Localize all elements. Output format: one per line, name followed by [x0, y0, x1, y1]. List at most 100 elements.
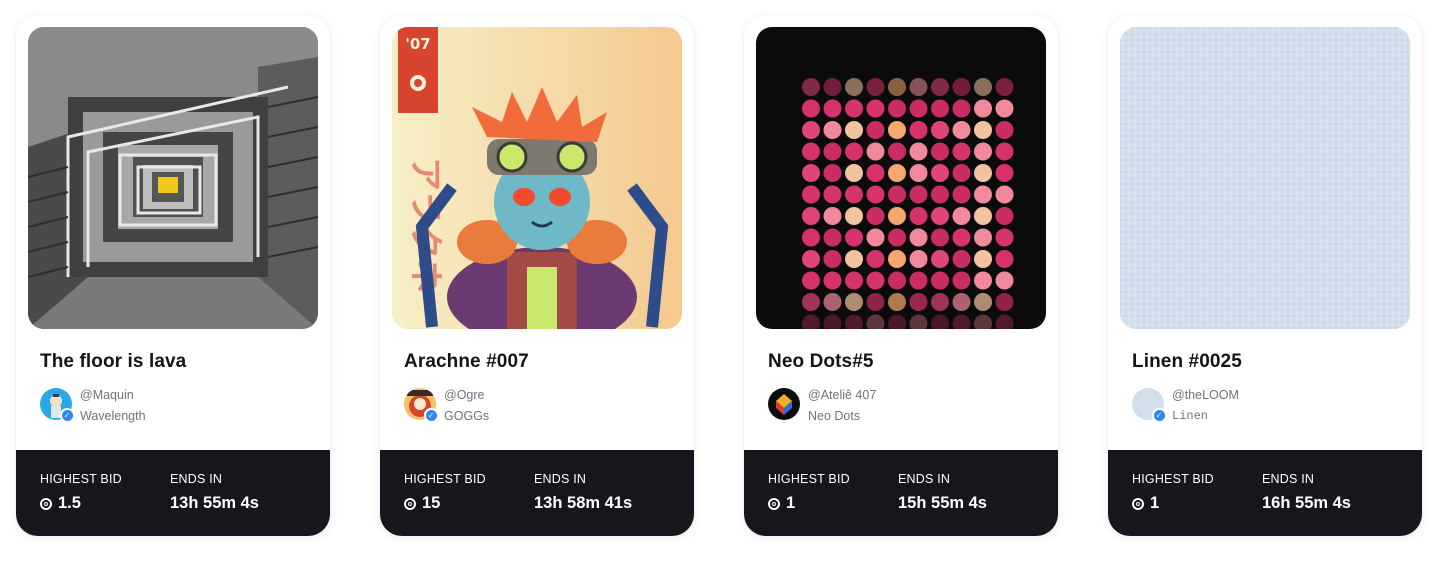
- highest-bid-amount: 1: [786, 494, 796, 512]
- arachne-badge-text: '07: [405, 35, 430, 53]
- neo-dot: [823, 207, 842, 225]
- neo-dot: [845, 250, 863, 268]
- neo-dot: [845, 228, 863, 247]
- neo-dot: [995, 207, 1014, 225]
- neo-dot: [909, 99, 928, 118]
- auction-card[interactable]: '07 アラクネ Arachne #007 ✓ @Ogre GOGGs HIGH…: [380, 15, 694, 536]
- creator-avatar[interactable]: [768, 388, 800, 420]
- neo-dot: [952, 142, 971, 161]
- neo-dot: [866, 121, 885, 139]
- neo-dot: [974, 121, 992, 139]
- neo-dot: [909, 185, 928, 204]
- neo-dot: [931, 99, 949, 118]
- nft-artwork-neo-dots[interactable]: [756, 27, 1046, 329]
- nft-artwork-linen[interactable]: [1120, 27, 1410, 329]
- neo-dot: [845, 78, 863, 96]
- highest-bid-amount: 15: [422, 494, 441, 512]
- neo-dot: [909, 228, 928, 247]
- ends-in-label: ENDS IN: [170, 472, 223, 486]
- neo-dot: [974, 185, 992, 204]
- verified-check-icon: ✓: [60, 408, 74, 422]
- neo-dot: [802, 142, 820, 161]
- auction-footer: HIGHEST BID ENDS IN 1.5 13h 55m 4s: [16, 450, 330, 536]
- collection-name[interactable]: Linen: [1172, 409, 1208, 423]
- highest-bid-value: 1.5: [40, 494, 81, 513]
- neo-dot: [823, 121, 842, 139]
- neo-dot: [931, 121, 949, 139]
- neo-dot: [952, 78, 971, 96]
- creator-handle[interactable]: @Maquin: [80, 388, 134, 402]
- collection-name[interactable]: GOGGs: [444, 409, 489, 423]
- neo-dot: [952, 228, 971, 247]
- nft-artwork-arachne[interactable]: '07 アラクネ: [392, 27, 682, 329]
- neo-dot: [888, 121, 906, 139]
- neo-dot: [931, 142, 949, 161]
- creator-handle[interactable]: @theLOOM: [1172, 388, 1239, 402]
- neo-dot: [931, 185, 949, 204]
- neo-dot: [974, 207, 992, 225]
- creator-avatar[interactable]: ✓: [40, 388, 74, 422]
- neo-dot: [974, 164, 992, 182]
- neo-dot: [845, 271, 863, 290]
- creator-handle[interactable]: @Ogre: [444, 388, 484, 402]
- nft-title[interactable]: The floor is lava: [40, 351, 186, 373]
- nft-title[interactable]: Linen #0025: [1132, 351, 1242, 373]
- neo-dots-image: [756, 27, 1046, 329]
- ends-in-label: ENDS IN: [898, 472, 951, 486]
- neo-dot: [995, 121, 1014, 139]
- neo-dot: [866, 142, 885, 161]
- neo-dot: [802, 293, 820, 311]
- neo-dot: [931, 207, 949, 225]
- eth-coin-icon: [1132, 497, 1144, 510]
- neo-dot: [823, 99, 842, 118]
- neo-dot: [802, 99, 820, 118]
- collection-name[interactable]: Wavelength: [80, 409, 146, 423]
- ends-in-countdown: 15h 55m 4s: [898, 494, 987, 512]
- neo-dot: [866, 164, 885, 182]
- auction-footer: HIGHEST BID ENDS IN 1 16h 55m 4s: [1108, 450, 1422, 536]
- ends-in-label: ENDS IN: [534, 472, 587, 486]
- staircase-image: [28, 27, 318, 329]
- neo-dot: [888, 185, 906, 204]
- neo-dot: [995, 228, 1014, 247]
- auction-card[interactable]: The floor is lava ✓ @Maquin Wavelength H…: [16, 15, 330, 536]
- neo-dot: [909, 271, 928, 290]
- verified-check-icon: ✓: [424, 408, 438, 422]
- neo-dot: [802, 250, 820, 268]
- neo-dot: [974, 142, 992, 161]
- neo-dot: [888, 207, 906, 225]
- highest-bid-value: 15: [404, 494, 440, 513]
- auction-card[interactable]: Linen #0025 ✓ @theLOOM Linen HIGHEST BID…: [1108, 15, 1422, 536]
- nft-artwork-staircase[interactable]: [28, 27, 318, 329]
- neo-dot: [952, 207, 971, 225]
- neo-dot: [995, 142, 1014, 161]
- neo-dot: [866, 293, 885, 311]
- neo-dot: [952, 293, 971, 311]
- neo-dot: [845, 293, 863, 311]
- neo-dot: [802, 164, 820, 182]
- auction-card[interactable]: Neo Dots#5 @Ateliê 407 Neo Dots HIGHEST …: [744, 15, 1058, 536]
- collection-name[interactable]: Neo Dots: [808, 409, 860, 423]
- neo-dot: [866, 228, 885, 247]
- neo-dot: [952, 164, 971, 182]
- neo-dot: [823, 271, 842, 290]
- neo-dot: [931, 164, 949, 182]
- nft-title[interactable]: Arachne #007: [404, 351, 529, 373]
- neo-dot: [995, 185, 1014, 204]
- neo-dot: [909, 164, 928, 182]
- neo-dot: [909, 121, 928, 139]
- neo-dot: [909, 142, 928, 161]
- neo-dot: [802, 78, 820, 96]
- neo-dot: [888, 142, 906, 161]
- neo-dot: [845, 185, 863, 204]
- neo-dot: [952, 185, 971, 204]
- neo-dot: [888, 271, 906, 290]
- ends-in-label: ENDS IN: [1262, 472, 1315, 486]
- neo-dot: [823, 228, 842, 247]
- neo-dot: [952, 121, 971, 139]
- neo-dot: [866, 271, 885, 290]
- creator-handle[interactable]: @Ateliê 407: [808, 388, 876, 402]
- nft-title[interactable]: Neo Dots#5: [768, 351, 874, 373]
- creator-avatar[interactable]: ✓: [404, 388, 438, 422]
- creator-avatar[interactable]: ✓: [1132, 388, 1166, 422]
